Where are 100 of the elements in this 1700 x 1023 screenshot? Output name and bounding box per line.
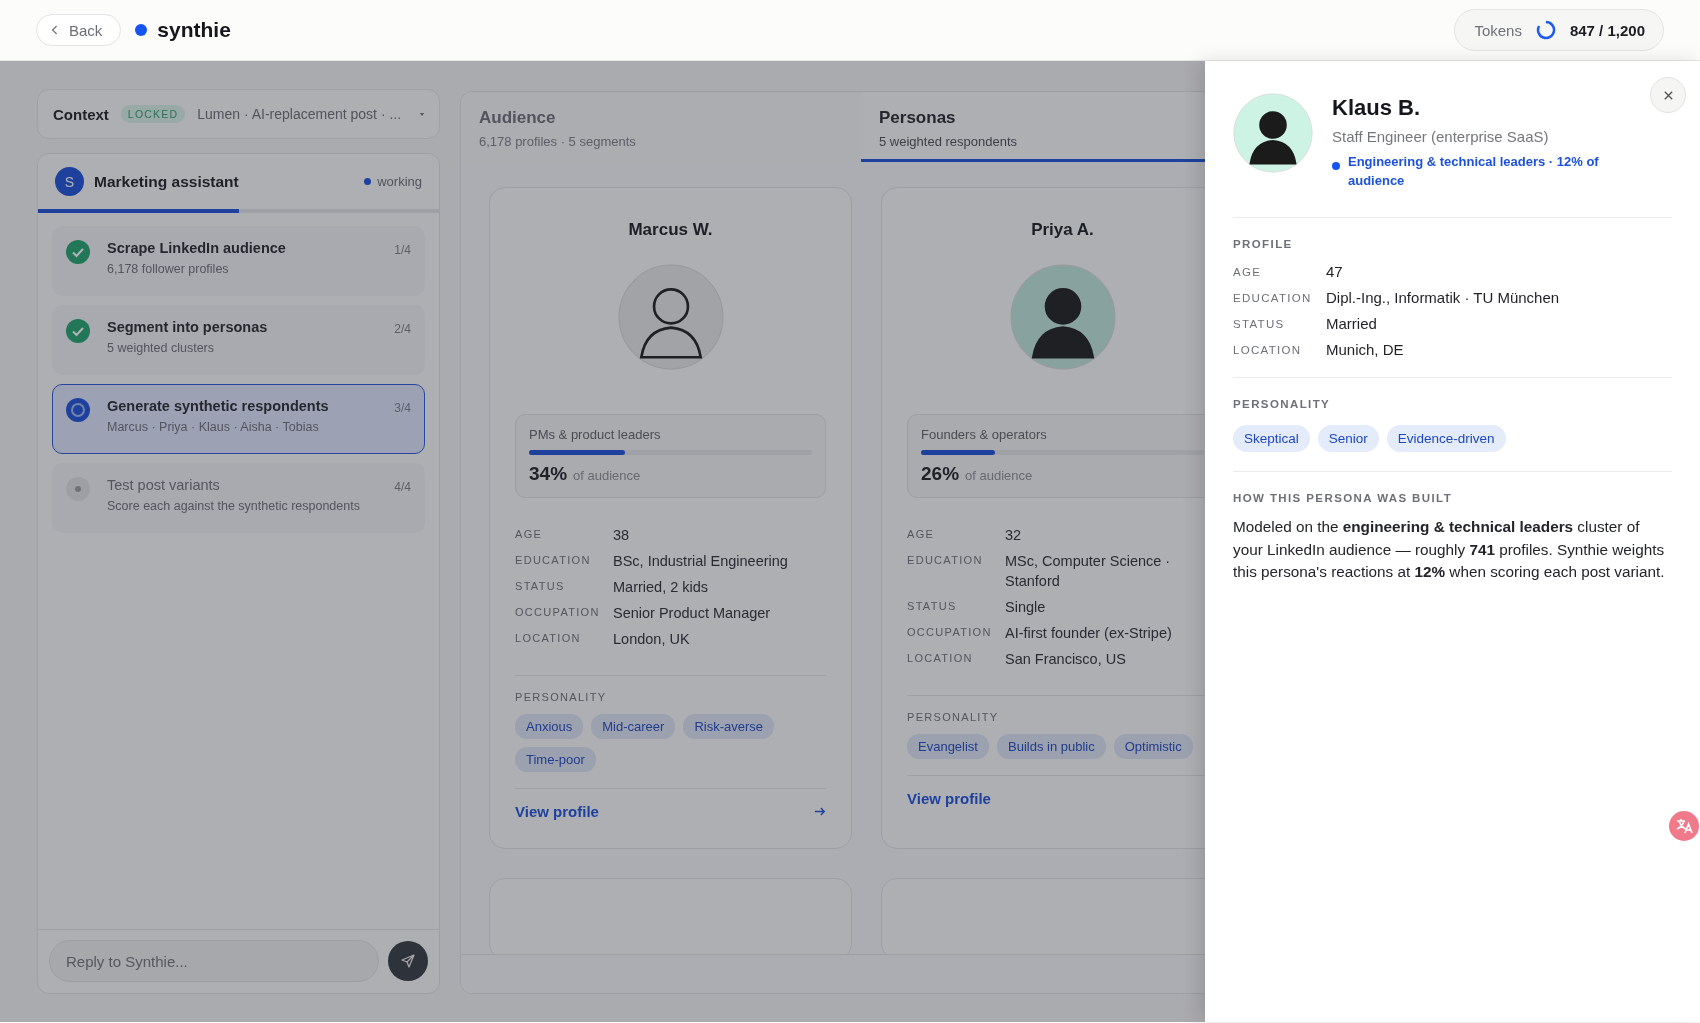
- detail-value: London, UK: [613, 630, 691, 649]
- detail-label: STATUS: [515, 579, 566, 594]
- persona-name: Marcus W.: [627, 220, 714, 240]
- detail-value: Senior Product Manager: [613, 604, 772, 623]
- detail-value: 32: [1005, 526, 1023, 545]
- status-dot-icon: [364, 178, 372, 185]
- trait-tag: Time-poor: [515, 747, 596, 772]
- trait-tag: Evangelist: [907, 734, 989, 759]
- task-step[interactable]: Scrape LinkedIn audience 6,178 follower profiles 1/4: [52, 226, 425, 296]
- share-note: of audience: [965, 468, 1033, 483]
- segment-name: Founders & operators: [921, 427, 1048, 442]
- detail-value: Single: [1005, 598, 1047, 617]
- brand-name: synthie: [157, 18, 231, 42]
- locked-badge: LOCKED: [120, 105, 186, 123]
- detail-label: STATUS: [1233, 317, 1286, 332]
- share-percent: 26%: [921, 463, 960, 485]
- tab[interactable]: Audience 6,178 profiles · 5 segments: [461, 92, 861, 162]
- trait-tag: Senior: [1317, 425, 1379, 452]
- task-step[interactable]: Segment into personas 5 weighted clusters 2/4: [52, 305, 425, 375]
- share-note: of audience: [573, 468, 641, 483]
- detail-label: STATUS: [907, 599, 958, 614]
- detail-label: LOCATION: [515, 631, 582, 646]
- assistant-avatar: S: [55, 167, 84, 196]
- step-title: Segment into personas: [107, 319, 269, 335]
- detail-label: LOCATION: [907, 651, 974, 666]
- detail-value: San Francisco, US: [1005, 650, 1127, 669]
- token-value: 847 / 1,200: [1569, 21, 1645, 39]
- detail-value: MSc, Computer Science · Stanford: [1005, 552, 1172, 591]
- tab-subtitle: 6,178 profiles · 5 segments: [479, 134, 637, 149]
- view-profile-link[interactable]: View profile: [907, 790, 991, 807]
- detail-value: BSc, Industrial Engineering: [613, 552, 789, 571]
- step-count: 2/4: [394, 322, 411, 336]
- send-button[interactable]: [388, 941, 428, 981]
- detail-value: 47: [1326, 263, 1344, 280]
- step-count: 1/4: [394, 243, 411, 257]
- task-step[interactable]: Test post variants Score each against the synthetic respondents 4/4: [52, 463, 425, 533]
- detail-value: Married, 2 kids: [613, 578, 710, 597]
- detail-label: EDUCATION: [1233, 291, 1313, 306]
- trait-tag: Risk-averse: [683, 714, 774, 739]
- trait-tag: Anxious: [515, 714, 584, 739]
- step-count: 4/4: [394, 480, 411, 494]
- detail-value: Dipl.-Ing., Informatik · TU München: [1326, 289, 1561, 306]
- persona-role: Staff Engineer (enterprise SaaS): [1332, 128, 1550, 145]
- share-percent: 34%: [529, 463, 568, 485]
- detail-value: Married: [1326, 315, 1378, 332]
- context-selector[interactable]: Context LOCKED Lumen · AI-replacement post · ...: [37, 89, 440, 139]
- segment-name: PMs & product leaders: [529, 427, 662, 442]
- detail-label: EDUCATION: [907, 553, 984, 568]
- detail-label: OCCUPATION: [907, 625, 993, 640]
- section-label: PERSONALITY: [1233, 398, 1332, 410]
- persona-name: Klaus B.: [1332, 95, 1422, 121]
- back-button[interactable]: Back: [36, 14, 122, 46]
- step-count: 3/4: [394, 401, 411, 415]
- step-title: Generate synthetic respondents: [107, 398, 330, 414]
- detail-value: AI-first founder (ex-Stripe): [1005, 624, 1173, 643]
- close-button[interactable]: [1650, 77, 1686, 113]
- detail-value: Munich, DE: [1326, 341, 1405, 358]
- detail-label: EDUCATION: [515, 553, 592, 568]
- context-title: Context: [53, 105, 109, 123]
- step-subtitle: Score each against the synthetic respondents: [107, 499, 361, 513]
- trait-tag: Mid-career: [591, 714, 676, 739]
- step-title: Scrape LinkedIn audience: [107, 240, 287, 256]
- tab-title: Personas: [879, 108, 957, 128]
- tab-subtitle: 5 weighted respondents: [879, 134, 1019, 149]
- brand-dot-icon: [135, 24, 148, 36]
- section-label: PERSONALITY: [907, 711, 1000, 723]
- task-step[interactable]: Generate synthetic respondents Marcus · Priya · Klaus · Aisha · Tobias 3/4: [52, 384, 425, 454]
- trait-tag: Builds in public: [997, 734, 1106, 759]
- persona-name: Priya A.: [1030, 220, 1095, 240]
- assistant-name: Marketing assistant: [94, 172, 240, 191]
- step-subtitle: Marcus · Priya · Klaus · Aisha · Tobias: [107, 420, 320, 434]
- context-summary: Lumen · AI-replacement post · ...: [197, 106, 403, 122]
- detail-label: AGE: [515, 527, 544, 542]
- section-label: PERSONALITY: [515, 691, 608, 703]
- translate-icon[interactable]: [1669, 811, 1699, 841]
- detail-value: 38: [613, 526, 631, 545]
- trait-tag: Skeptical: [1233, 425, 1310, 452]
- segment-name: Engineering & technical leaders · 12% of audience: [1348, 153, 1600, 190]
- step-title: Test post variants: [107, 477, 221, 493]
- caret-icon: [419, 111, 425, 117]
- persona-description: Modeled on the engineering & technical leaders cluster of your LinkedIn audience — roughly 741 profiles. Synthie weights this persona's reactions at 12% when scoring each post variant.: [1233, 517, 1666, 583]
- spinner-icon: [1535, 20, 1556, 40]
- section-label: PROFILE: [1233, 238, 1294, 250]
- view-profile-link[interactable]: View profile: [515, 803, 599, 820]
- step-subtitle: 5 weighted clusters: [107, 341, 215, 355]
- detail-label: AGE: [907, 527, 936, 542]
- step-subtitle: 6,178 follower profiles: [107, 262, 230, 276]
- detail-label: AGE: [1233, 265, 1263, 280]
- detail-label: OCCUPATION: [515, 605, 601, 620]
- reply-field[interactable]: Reply to Synthie...: [49, 940, 379, 982]
- chevron-left-icon: [51, 24, 59, 36]
- close-icon: [1662, 89, 1674, 101]
- trait-tag: Evidence-driven: [1386, 425, 1506, 452]
- status-indicator: working: [364, 174, 422, 189]
- detail-label: LOCATION: [1233, 343, 1303, 358]
- send-icon: [400, 953, 416, 969]
- trait-tag: Optimistic: [1113, 734, 1193, 759]
- section-label: HOW THIS PERSONA WAS BUILT: [1233, 492, 1454, 504]
- token-label: Tokens: [1474, 21, 1522, 39]
- tab-title: Audience: [479, 108, 557, 128]
